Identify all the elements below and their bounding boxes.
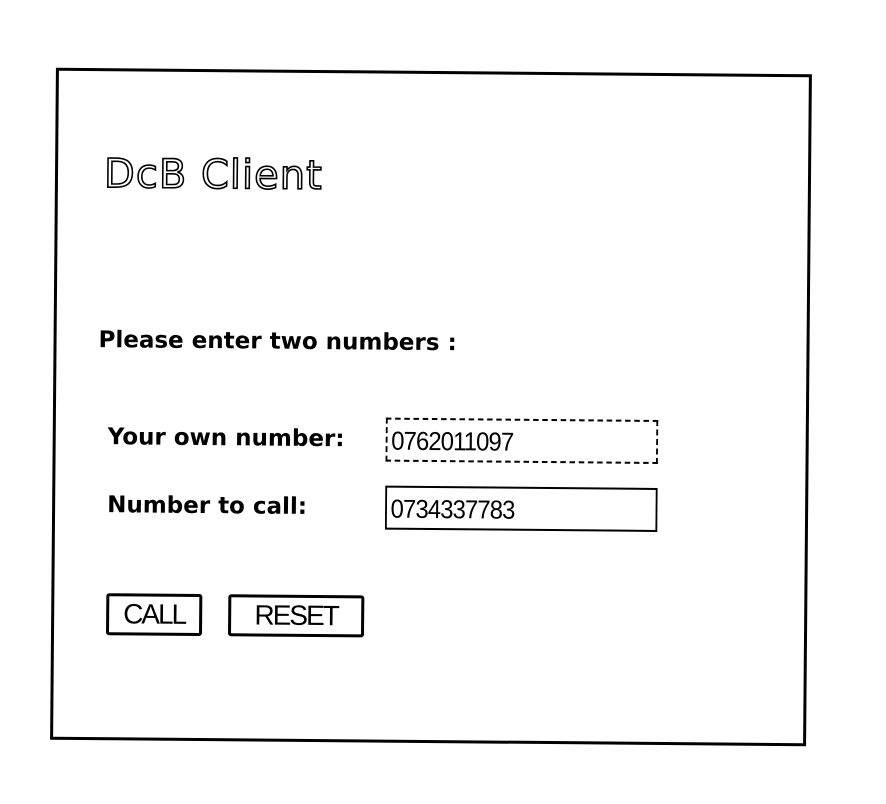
call-button[interactable]: CALL — [105, 593, 203, 637]
client-window: DcB Client Please enter two numbers : Yo… — [50, 67, 812, 747]
app-title: DcB Client — [103, 150, 324, 200]
number-to-call-label: Number to call: — [107, 492, 308, 520]
reset-button[interactable]: RESET — [227, 594, 365, 638]
own-number-label: Your own number: — [107, 424, 345, 453]
number-to-call-input[interactable] — [384, 485, 658, 532]
own-number-input[interactable] — [385, 417, 659, 464]
form-prompt: Please enter two numbers : — [98, 327, 457, 357]
own-number-row: Your own number: — [108, 415, 682, 464]
button-bar: CALL RESET — [105, 593, 365, 638]
number-to-call-row: Number to call: — [107, 483, 681, 532]
